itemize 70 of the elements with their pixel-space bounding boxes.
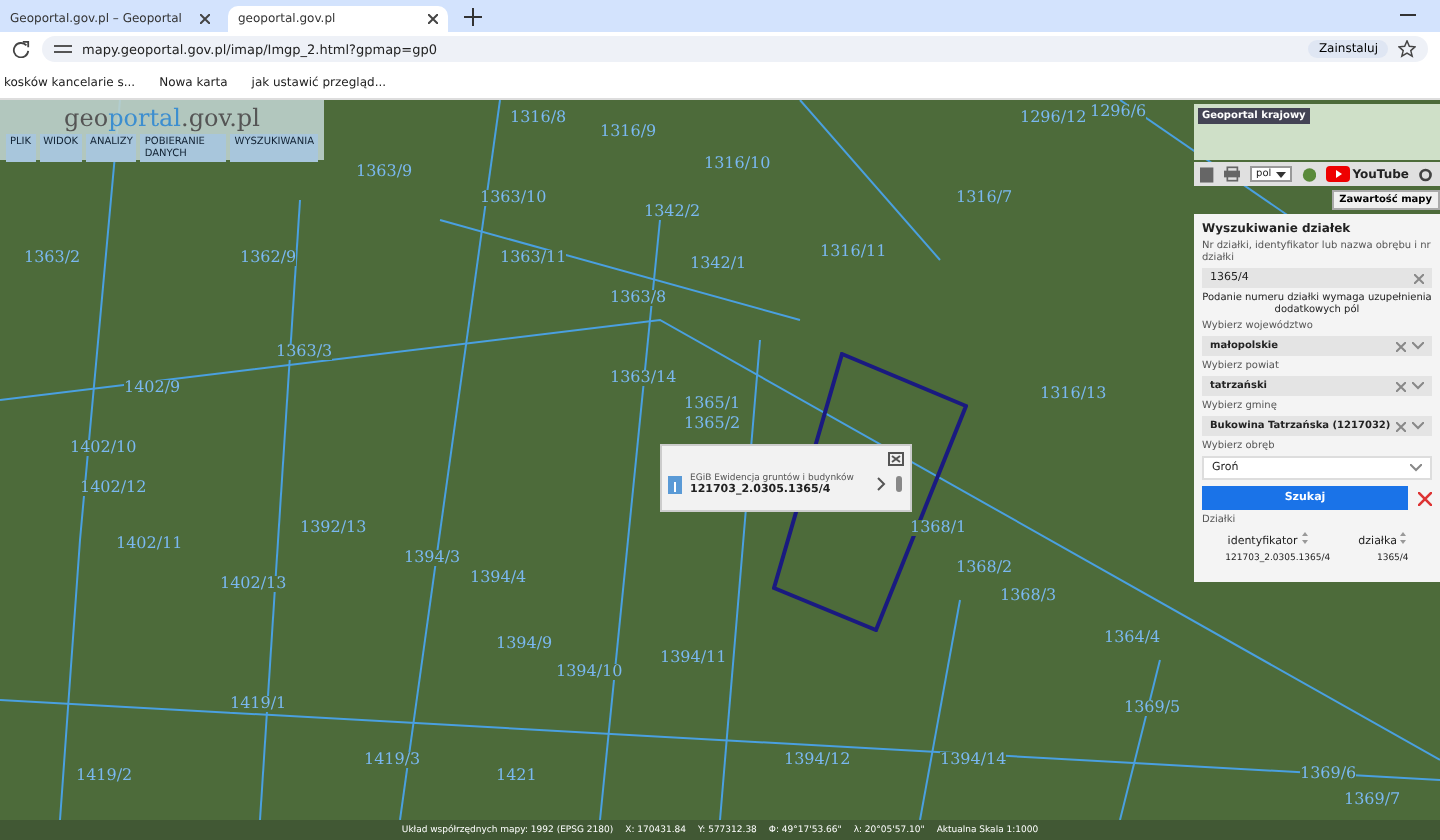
parcel-number: 1394/3 xyxy=(404,550,461,566)
close-icon[interactable] xyxy=(1418,491,1432,505)
close-icon[interactable] xyxy=(428,14,438,24)
printer-icon[interactable] xyxy=(1223,166,1241,182)
sort-icon[interactable] xyxy=(1301,532,1308,544)
parcel-number: 1365/2 xyxy=(684,416,741,432)
parcel-number: 1369/5 xyxy=(1124,700,1181,716)
new-tab-icon[interactable] xyxy=(464,8,482,26)
parcel-number: 1394/14 xyxy=(940,752,1007,768)
parcel-number: 1364/4 xyxy=(1104,630,1161,646)
parcel-number: 1363/8 xyxy=(610,290,667,306)
parcel-number: 1316/13 xyxy=(1040,386,1107,402)
reload-icon[interactable] xyxy=(12,40,30,58)
parcel-number: 1363/9 xyxy=(356,164,413,180)
parcel-number: 1363/14 xyxy=(610,370,677,386)
parcel-number: 1402/12 xyxy=(80,480,147,496)
parcel-number: 1316/9 xyxy=(600,124,657,140)
chevron-right-icon[interactable] xyxy=(876,476,886,492)
parcel-number: 1369/6 xyxy=(1300,766,1357,782)
close-icon[interactable] xyxy=(888,452,904,466)
parcel-number: 1419/2 xyxy=(76,768,133,784)
parcel-number: 1402/10 xyxy=(70,440,137,456)
parcel-number: 1394/11 xyxy=(660,650,727,666)
parcel-number: 1368/1 xyxy=(910,520,967,536)
parcel-number: 1363/2 xyxy=(24,250,81,266)
parcel-number: 1316/11 xyxy=(820,244,887,260)
site-settings-icon xyxy=(54,42,72,56)
parcel-number: 1392/13 xyxy=(300,520,367,536)
parcel-number: 1421 xyxy=(496,768,537,784)
sort-icon[interactable] xyxy=(1400,532,1407,544)
minimize-icon[interactable] xyxy=(1400,14,1416,18)
parcel-number: 1419/3 xyxy=(364,752,421,768)
parcel-number: 1394/9 xyxy=(496,636,553,652)
parcel-number: 1368/3 xyxy=(1000,588,1057,604)
parcel-number: 1296/6 xyxy=(1090,104,1147,120)
play-icon xyxy=(1326,166,1351,182)
chevron-down-icon[interactable] xyxy=(1412,382,1424,390)
close-icon[interactable] xyxy=(200,14,210,24)
chevron-down-icon[interactable] xyxy=(1410,464,1422,472)
parcel-number: 1365/1 xyxy=(684,396,741,412)
parcel-number: 1362/9 xyxy=(240,250,297,266)
geoportal-logo: geoportal.gov.pl xyxy=(64,104,260,132)
star-icon[interactable] xyxy=(1398,40,1416,58)
parcel-number: 1342/2 xyxy=(644,204,701,220)
parcel-number: 1402/9 xyxy=(124,380,181,396)
caret-icon xyxy=(1275,171,1286,177)
parcel-number: 1363/10 xyxy=(480,190,547,206)
parcel-number: 1402/13 xyxy=(220,576,287,592)
parcel-number: 1363/11 xyxy=(500,250,567,266)
parcel-number: 1394/4 xyxy=(470,570,527,586)
parcel-number: 1296/12 xyxy=(1020,110,1087,126)
parcel-number: 1316/7 xyxy=(956,190,1013,206)
clear-icon[interactable] xyxy=(1396,381,1406,391)
parcel-number: 1394/12 xyxy=(784,752,851,768)
info-icon xyxy=(668,475,682,493)
parcel-number: 1316/8 xyxy=(510,110,567,126)
clear-icon[interactable] xyxy=(1396,341,1406,351)
parcel-number: 1368/2 xyxy=(956,560,1013,576)
parcel-number: 1369/7 xyxy=(1344,792,1401,808)
parcel-number: 1363/3 xyxy=(276,344,333,360)
chevron-down-icon[interactable] xyxy=(1412,342,1424,350)
clear-icon[interactable] xyxy=(1414,273,1424,283)
parcel-number: 1342/1 xyxy=(690,256,747,272)
scroll-handle-icon[interactable] xyxy=(894,470,904,498)
parcel-number: 1316/10 xyxy=(704,156,771,172)
clear-icon[interactable] xyxy=(1396,421,1406,431)
parcel-number: 1394/10 xyxy=(556,664,623,680)
parcel-number: 1402/11 xyxy=(116,536,183,552)
parcel-number: 1419/1 xyxy=(230,696,287,712)
chevron-down-icon[interactable] xyxy=(1412,422,1424,430)
